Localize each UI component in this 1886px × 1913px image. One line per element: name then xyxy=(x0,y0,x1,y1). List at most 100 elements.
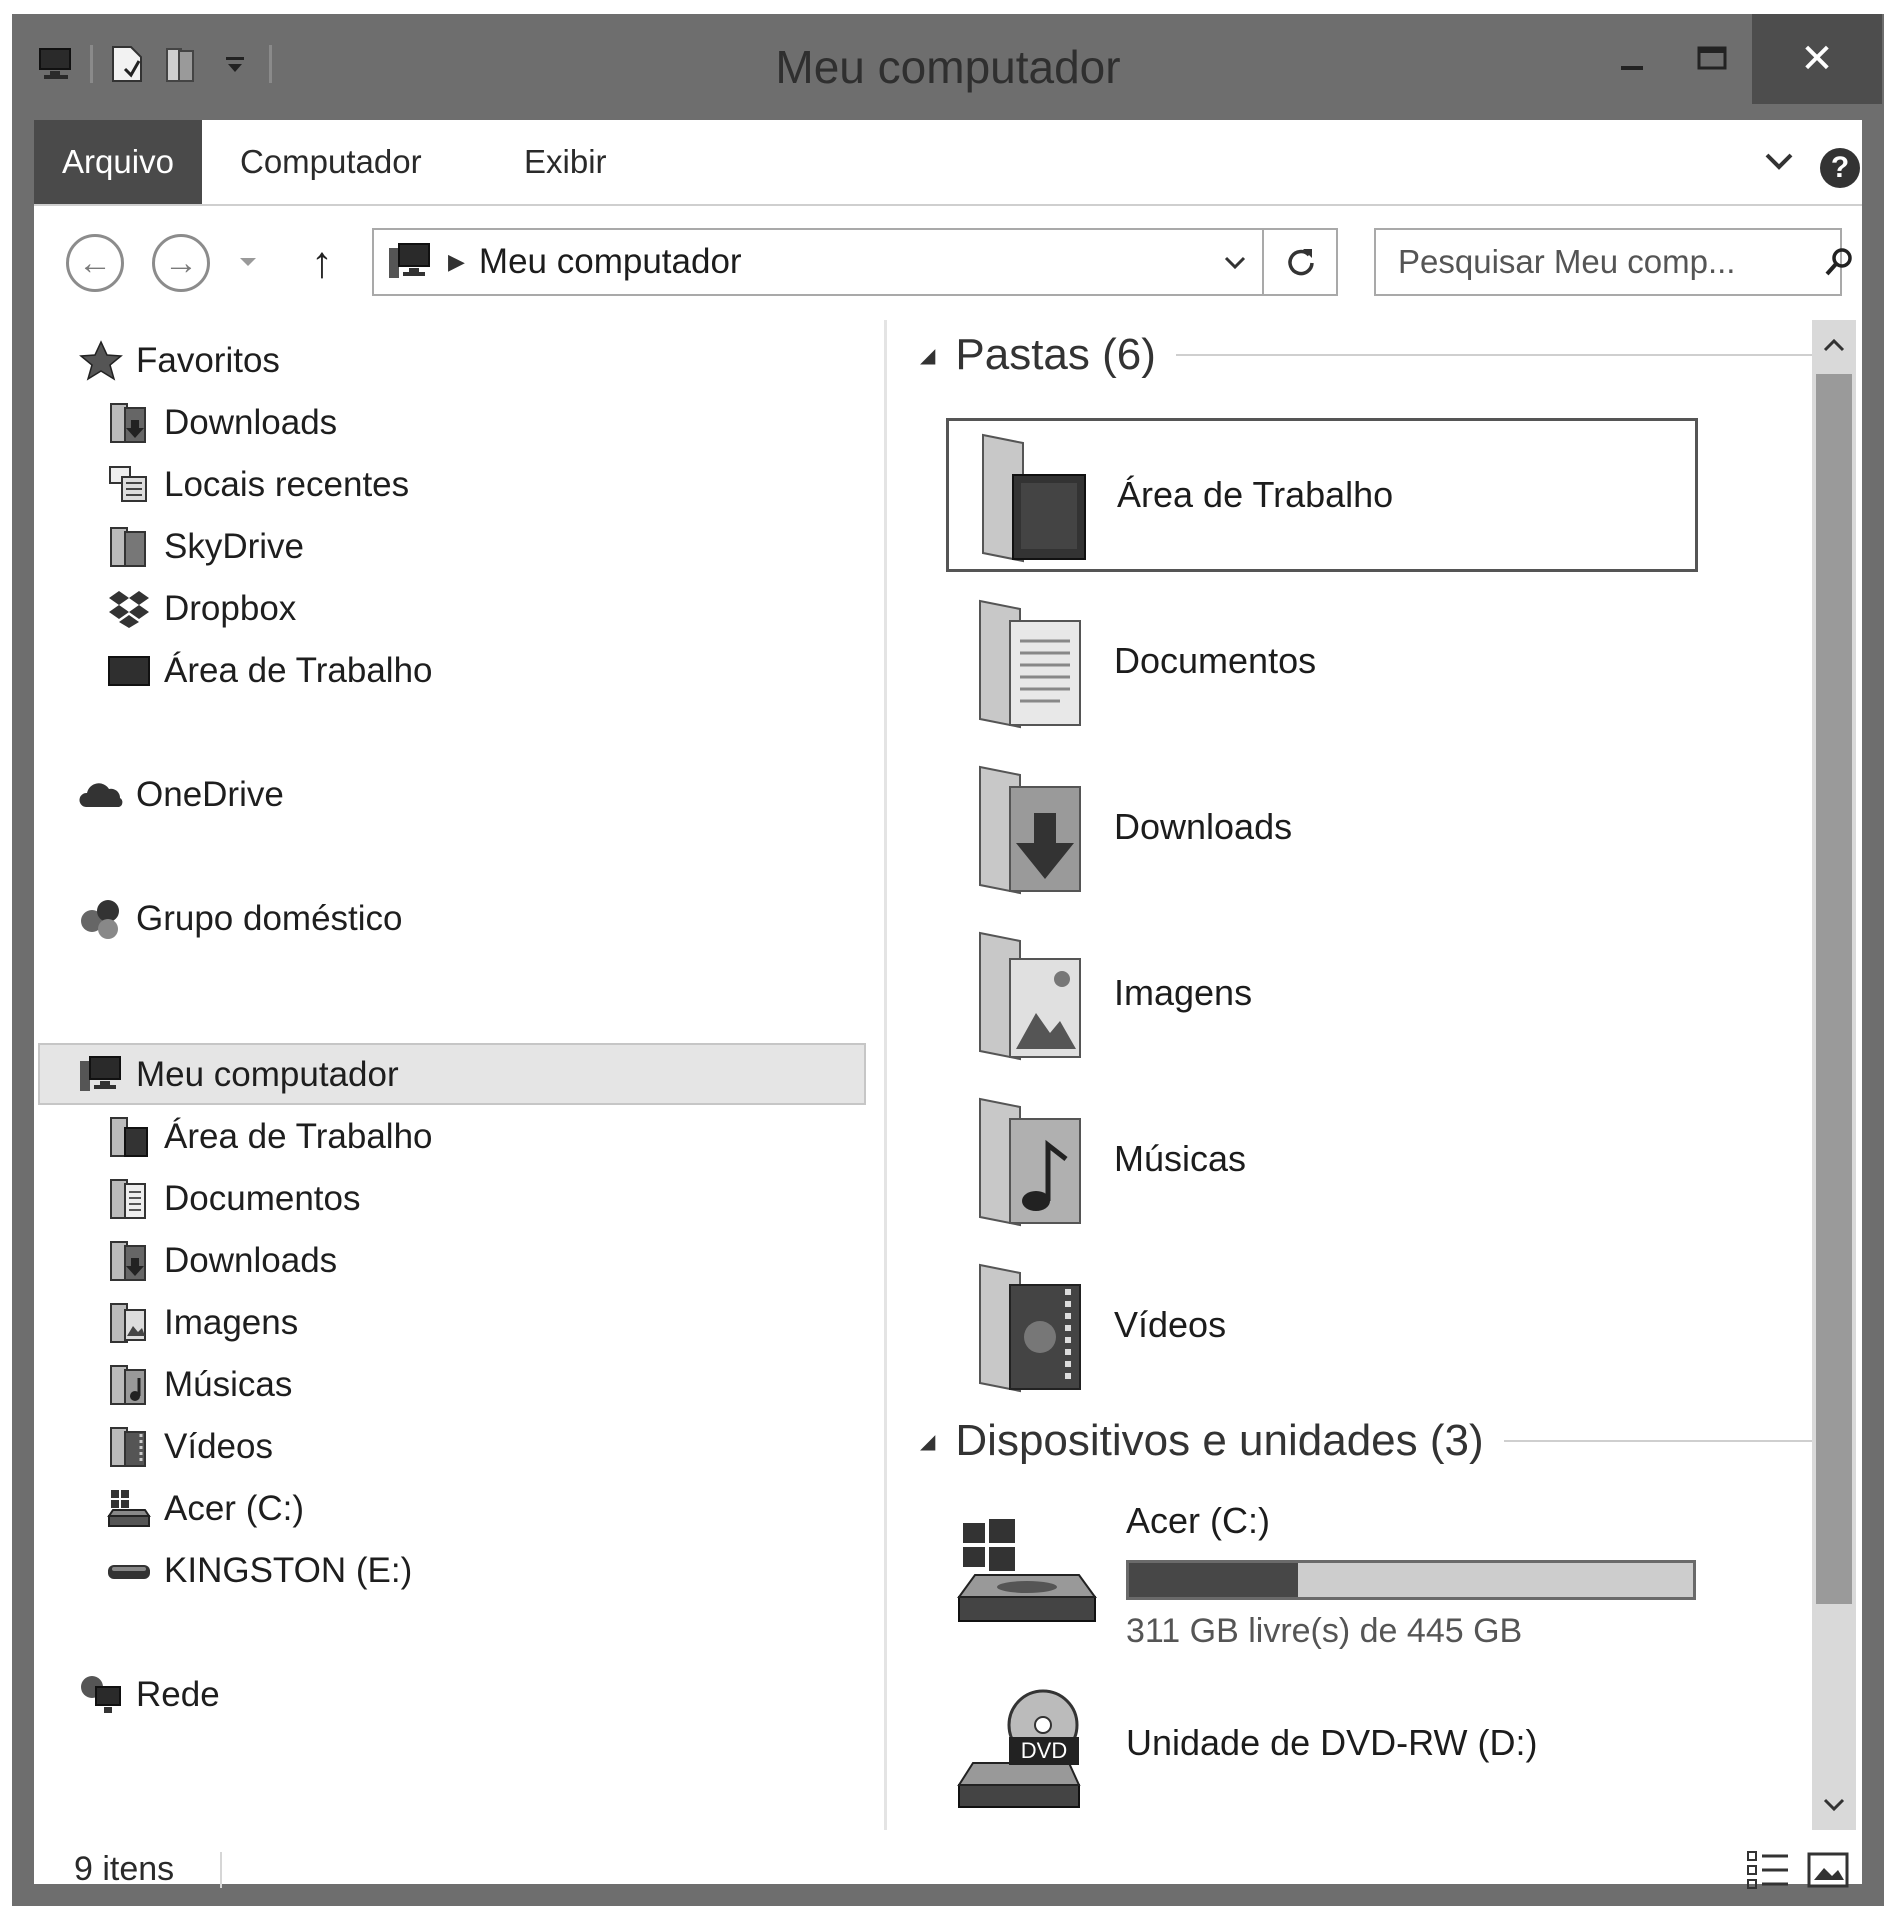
close-icon: ✕ xyxy=(1800,37,1834,81)
maximize-button[interactable] xyxy=(1672,14,1752,104)
tree-pc-acer-c[interactable]: Acer (C:) xyxy=(106,1480,304,1538)
tree-pc-videos[interactable]: Vídeos xyxy=(106,1418,273,1476)
navigation-pane[interactable]: Favoritos Downloads Locais recentes SkyD… xyxy=(34,320,887,1830)
large-icons-view-button[interactable] xyxy=(1806,1848,1850,1892)
folder-label: Vídeos xyxy=(1114,1304,1227,1345)
folder-videos[interactable]: Vídeos xyxy=(946,1248,1698,1402)
scrollbar-thumb[interactable] xyxy=(1816,374,1852,1604)
windows-hard-drive-icon xyxy=(946,1500,1106,1640)
ribbon-tabs: Arquivo Computador Exibir ? xyxy=(34,120,1862,206)
chevron-down-icon xyxy=(1765,153,1793,170)
expand-ribbon-button[interactable] xyxy=(1764,142,1794,179)
drive-label: Unidade de DVD-RW (D:) xyxy=(1126,1722,1538,1763)
tree-label: OneDrive xyxy=(136,775,284,814)
minimize-icon xyxy=(1621,66,1643,70)
tree-pc-documentos[interactable]: Documentos xyxy=(106,1170,360,1228)
star-icon xyxy=(78,338,124,384)
tree-label: Músicas xyxy=(164,1365,293,1404)
refresh-button[interactable] xyxy=(1262,230,1336,294)
search-icon[interactable] xyxy=(1823,246,1855,278)
tree-favorites-dropbox[interactable]: Dropbox xyxy=(106,580,296,638)
address-bar[interactable]: ▶ Meu computador xyxy=(372,228,1338,296)
vertical-scrollbar[interactable] xyxy=(1812,320,1856,1830)
pictures-folder-icon xyxy=(960,923,1100,1063)
details-view-icon xyxy=(1747,1851,1788,1889)
group-header-pastas[interactable]: ◢ Pastas (6) xyxy=(920,330,1820,380)
search-box[interactable] xyxy=(1374,228,1852,296)
refresh-icon xyxy=(1288,249,1314,276)
minimize-button[interactable] xyxy=(1592,14,1672,104)
drive-acer-c[interactable]: Acer (C:) 311 GB livre(s) de 445 GB xyxy=(946,1500,1826,1650)
drive-usage-fill xyxy=(1129,1563,1299,1597)
tree-favorites-downloads[interactable]: Downloads xyxy=(106,394,337,452)
pictures-folder-icon xyxy=(106,1300,152,1346)
collapse-triangle-icon[interactable]: ◢ xyxy=(920,1429,935,1454)
tree-pc-musicas[interactable]: Músicas xyxy=(106,1356,292,1414)
folder-area-de-trabalho[interactable]: Área de Trabalho xyxy=(946,418,1698,572)
search-input[interactable] xyxy=(1376,243,1823,281)
close-button[interactable]: ✕ xyxy=(1752,14,1882,104)
tree-grupo-domestico[interactable]: Grupo doméstico xyxy=(78,890,403,948)
group-title: Dispositivos e unidades (3) xyxy=(955,1416,1484,1465)
forward-button[interactable]: → xyxy=(152,234,210,292)
folder-label: Documentos xyxy=(1114,640,1317,681)
tree-label: Meu computador xyxy=(136,1055,399,1094)
title-bar[interactable]: Meu computador ✕ xyxy=(12,14,1884,120)
tree-label: Rede xyxy=(136,1675,220,1714)
tree-meu-computador[interactable]: Meu computador xyxy=(78,1046,399,1104)
tree-favoritos[interactable]: Favoritos xyxy=(78,332,280,390)
downloads-folder-icon xyxy=(106,1238,152,1284)
desktop-folder-icon xyxy=(963,425,1103,565)
tab-exibir[interactable]: Exibir xyxy=(524,120,607,204)
tab-computador[interactable]: Computador xyxy=(240,120,422,204)
folder-documentos[interactable]: Documentos xyxy=(946,584,1698,738)
dropbox-icon xyxy=(106,586,152,632)
tree-label: SkyDrive xyxy=(164,527,305,566)
tree-pc-imagens[interactable]: Imagens xyxy=(106,1294,298,1352)
drive-usage-bar xyxy=(1126,1560,1696,1600)
tree-rede[interactable]: Rede xyxy=(78,1666,220,1724)
documents-folder-icon xyxy=(106,1176,152,1222)
tab-arquivo[interactable]: Arquivo xyxy=(34,120,202,204)
folder-imagens[interactable]: Imagens xyxy=(946,916,1698,1070)
drive-label: Acer (C:) xyxy=(1126,1500,1270,1541)
dvd-badge-text: DVD xyxy=(1021,1738,1067,1763)
tree-pc-kingston-e[interactable]: KINGSTON (E:) xyxy=(106,1542,412,1600)
breadcrumb-meu-computador[interactable]: Meu computador xyxy=(479,242,1208,282)
content-area[interactable]: ◢ Pastas (6) Área de Trabalho Documentos… xyxy=(906,320,1846,1830)
scroll-down-button[interactable] xyxy=(1812,1780,1856,1830)
pane-divider[interactable] xyxy=(884,320,887,1830)
videos-folder-icon xyxy=(106,1424,152,1470)
status-separator xyxy=(220,1852,222,1888)
details-view-button[interactable] xyxy=(1746,1848,1790,1892)
drive-dvd-rw-d[interactable]: DVD Unidade de DVD-RW (D:) xyxy=(946,1684,1826,1824)
videos-folder-icon xyxy=(960,1255,1100,1395)
network-icon xyxy=(78,1672,124,1718)
breadcrumb-separator[interactable]: ▶ xyxy=(448,249,465,275)
recent-locations-button[interactable] xyxy=(230,244,266,280)
group-divider-line xyxy=(1175,354,1820,356)
tree-favorites-locais-recentes[interactable]: Locais recentes xyxy=(106,456,409,514)
group-header-dispositivos[interactable]: ◢ Dispositivos e unidades (3) xyxy=(920,1416,1820,1466)
up-arrow-icon: ↑ xyxy=(311,238,333,287)
tree-pc-downloads[interactable]: Downloads xyxy=(106,1232,337,1290)
help-button[interactable]: ? xyxy=(1820,148,1860,188)
back-button[interactable]: ← xyxy=(66,234,124,292)
scroll-up-button[interactable] xyxy=(1812,320,1856,370)
chevron-up-icon xyxy=(1823,338,1845,352)
folder-musicas[interactable]: Músicas xyxy=(946,1082,1698,1236)
up-button[interactable]: ↑ xyxy=(294,234,350,292)
folder-downloads[interactable]: Downloads xyxy=(946,750,1698,904)
computer-icon xyxy=(382,234,438,290)
tree-favorites-area-de-trabalho[interactable]: Área de Trabalho xyxy=(106,642,433,700)
address-history-dropdown[interactable] xyxy=(1208,247,1262,278)
tree-pc-area-de-trabalho[interactable]: Área de Trabalho xyxy=(106,1108,433,1166)
dvd-drive-icon: DVD xyxy=(946,1684,1106,1824)
group-divider-line xyxy=(1503,1440,1820,1442)
tree-favorites-skydrive[interactable]: SkyDrive xyxy=(106,518,304,576)
downloads-folder-icon xyxy=(106,400,152,446)
folder-label: Imagens xyxy=(1114,972,1253,1013)
collapse-triangle-icon[interactable]: ◢ xyxy=(920,343,935,368)
usb-drive-icon xyxy=(106,1548,152,1594)
tree-onedrive[interactable]: OneDrive xyxy=(78,766,284,824)
